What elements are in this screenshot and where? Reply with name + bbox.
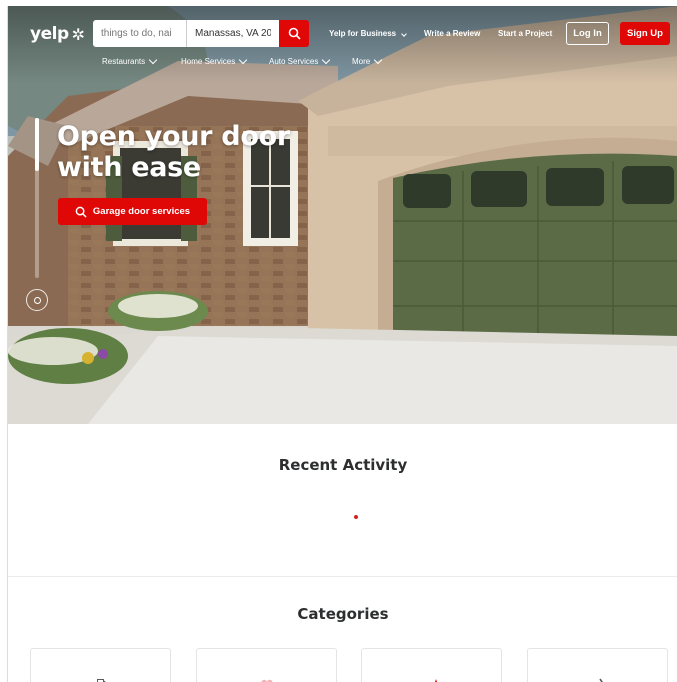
garage-door-services-button[interactable]: Garage door services (58, 198, 207, 225)
nav-auto-services-label: Auto Services (269, 57, 319, 66)
chevron-down-icon (401, 31, 408, 37)
search-near-input[interactable] (186, 20, 279, 47)
hero-headline-line1: Open your door (57, 121, 290, 152)
sparkle-icon (435, 679, 437, 682)
hero-headline: Open your door with ease (57, 121, 290, 183)
carousel-progress-fill (35, 118, 39, 171)
search-bar (93, 20, 309, 47)
search-icon (288, 27, 301, 40)
nav-auto-services[interactable]: Auto Services (269, 55, 331, 66)
cta-label: Garage door services (92, 206, 191, 217)
section-divider (8, 576, 677, 577)
search-find-input[interactable] (93, 20, 186, 47)
categories-title: Categories (297, 605, 389, 623)
nav-home-services-label: Home Services (181, 57, 236, 66)
nav-more-label: More (352, 57, 371, 66)
category-card[interactable] (527, 648, 668, 682)
category-card[interactable] (30, 648, 171, 682)
chevron-down-icon (373, 55, 383, 65)
nav-restaurants-label: Restaurants (102, 57, 146, 66)
browser-viewport: yelp ✲ Yelp for Business Write a Review … (7, 6, 677, 682)
category-card[interactable] (361, 648, 502, 682)
start-project-link[interactable]: Start a Project (498, 29, 552, 38)
write-review-link[interactable]: Write a Review (424, 29, 480, 38)
heart-icon (261, 679, 273, 682)
chevron-down-icon (322, 55, 331, 65)
tools-icon (599, 678, 603, 682)
signup-button[interactable]: Sign Up (620, 22, 670, 45)
login-button[interactable]: Log In (566, 22, 609, 45)
chevron-down-icon (148, 55, 158, 65)
nav-restaurants[interactable]: Restaurants (102, 55, 158, 66)
pause-icon (33, 296, 41, 304)
search-button[interactable] (279, 20, 309, 47)
yelp-for-business-label: Yelp for Business (329, 29, 397, 38)
gas-pump-icon (97, 679, 106, 682)
carousel-progress-track (35, 118, 39, 278)
nav-more[interactable]: More (352, 55, 383, 66)
hero-headline-line2: with ease (57, 152, 201, 183)
yelp-logo[interactable]: yelp ✲ (30, 24, 85, 44)
hero-banner: yelp ✲ Yelp for Business Write a Review … (8, 6, 677, 424)
search-icon (75, 206, 87, 218)
yelp-burst-icon: ✲ (71, 24, 85, 44)
loading-spinner-icon (353, 514, 359, 520)
category-card[interactable] (196, 648, 337, 682)
logo-text: yelp (30, 24, 69, 44)
carousel-pause-button[interactable] (26, 289, 48, 311)
nav-home-services[interactable]: Home Services (181, 55, 248, 66)
chevron-down-icon (239, 55, 248, 65)
recent-activity-title: Recent Activity (278, 456, 408, 474)
yelp-for-business-link[interactable]: Yelp for Business (329, 29, 408, 38)
